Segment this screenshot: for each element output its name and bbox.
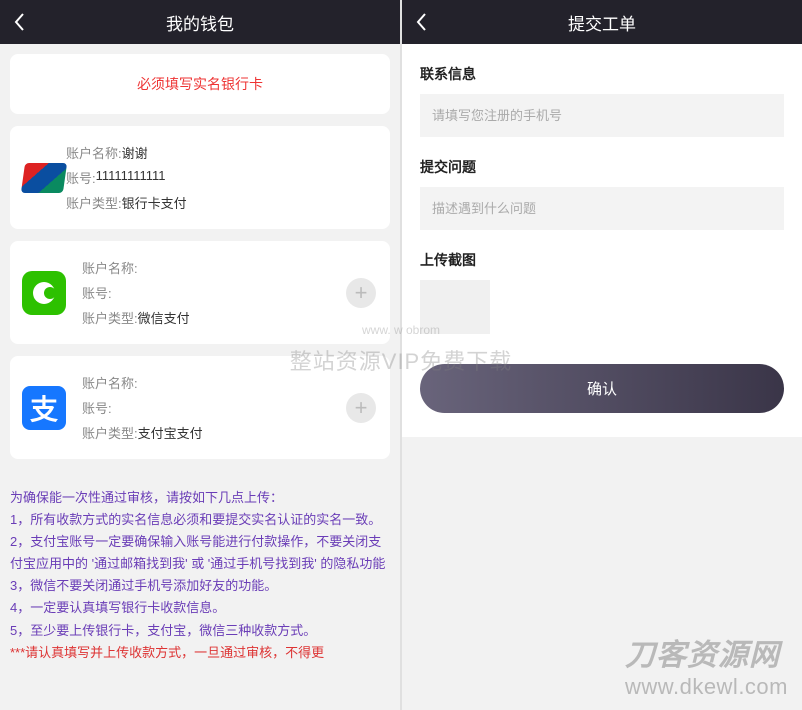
alipay-icon: 支 bbox=[22, 386, 66, 430]
chevron-left-icon bbox=[12, 12, 26, 32]
upload-box[interactable] bbox=[420, 280, 490, 334]
ticket-form: 联系信息 提交问题 上传截图 确认 bbox=[402, 44, 802, 437]
wallet-header: 我的钱包 bbox=[0, 0, 400, 44]
instruction-line: 3，微信不要关闭通过手机号添加好友的功能。 bbox=[10, 575, 390, 597]
add-account-button[interactable]: + bbox=[346, 278, 376, 308]
account-type-value: 银行卡支付 bbox=[122, 193, 187, 212]
ticket-title: 提交工单 bbox=[568, 10, 636, 35]
account-name-value: 谢谢 bbox=[122, 143, 148, 162]
back-button[interactable] bbox=[414, 0, 428, 44]
wallet-panel: 我的钱包 必须填写实名银行卡 账户名称:谢谢账号:11111111111账户类型… bbox=[0, 0, 402, 710]
warning-box: 必须填写实名银行卡 bbox=[10, 54, 390, 114]
issue-input[interactable] bbox=[420, 187, 784, 230]
ticket-header: 提交工单 bbox=[402, 0, 802, 44]
instruction-line: 5，至少要上传银行卡，支付宝，微信三种收款方式。 bbox=[10, 620, 390, 642]
upload-label: 上传截图 bbox=[420, 250, 784, 270]
account-number-label: 账号: bbox=[82, 283, 112, 302]
instructions-warning: ***请认真填写并上传收款方式，一旦通过审核，不得更 bbox=[10, 642, 390, 664]
chevron-left-icon bbox=[414, 12, 428, 32]
account-type-label: 账户类型: bbox=[82, 308, 138, 327]
wallet-title: 我的钱包 bbox=[166, 10, 234, 35]
instruction-line: 2，支付宝账号一定要确保输入账号能进行付款操作，不要关闭支付宝应用中的 '通过邮… bbox=[10, 531, 390, 575]
wallet-content: 必须填写实名银行卡 账户名称:谢谢账号:11111111111账户类型:银行卡支… bbox=[0, 44, 400, 481]
account-type-value: 微信支付 bbox=[138, 308, 190, 327]
wechat-icon bbox=[22, 271, 66, 315]
add-account-button[interactable]: + bbox=[346, 393, 376, 423]
account-type-label: 账户类型: bbox=[66, 193, 122, 212]
unionpay-icon bbox=[22, 156, 66, 200]
account-number-value: 11111111111 bbox=[96, 168, 166, 187]
account-body: 账户名称: 账号: 账户类型:微信支付 bbox=[82, 255, 378, 330]
account-name-label: 账户名称: bbox=[66, 143, 122, 162]
account-name-label: 账户名称: bbox=[82, 373, 138, 392]
account-body: 账户名称: 账号: 账户类型:支付宝支付 bbox=[82, 370, 378, 445]
contact-input[interactable] bbox=[420, 94, 784, 137]
account-body: 账户名称:谢谢账号:11111111111 账户类型:银行卡支付 bbox=[66, 140, 378, 215]
account-card[interactable]: 账户名称: 账号: 账户类型:微信支付 + bbox=[10, 241, 390, 344]
instructions-intro: 为确保能一次性通过审核，请按如下几点上传： bbox=[10, 487, 390, 509]
confirm-button[interactable]: 确认 bbox=[420, 364, 784, 413]
ticket-panel: 提交工单 联系信息 提交问题 上传截图 确认 bbox=[402, 0, 802, 710]
account-name-label: 账户名称: bbox=[82, 258, 138, 277]
account-card[interactable]: 支账户名称: 账号: 账户类型:支付宝支付 + bbox=[10, 356, 390, 459]
back-button[interactable] bbox=[12, 0, 26, 44]
warning-text: 必须填写实名银行卡 bbox=[137, 76, 263, 92]
account-type-label: 账户类型: bbox=[82, 423, 138, 442]
account-type-value: 支付宝支付 bbox=[138, 423, 203, 442]
account-number-label: 账号: bbox=[66, 168, 96, 187]
issue-label: 提交问题 bbox=[420, 157, 784, 177]
account-number-label: 账号: bbox=[82, 398, 112, 417]
instructions: 为确保能一次性通过审核，请按如下几点上传： 1，所有收款方式的实名信息必须和要提… bbox=[0, 481, 400, 674]
instruction-line: 1，所有收款方式的实名信息必须和要提交实名认证的实名一致。 bbox=[10, 509, 390, 531]
contact-label: 联系信息 bbox=[420, 64, 784, 84]
account-card[interactable]: 账户名称:谢谢账号:11111111111 账户类型:银行卡支付 bbox=[10, 126, 390, 229]
instruction-line: 4，一定要认真填写银行卡收款信息。 bbox=[10, 597, 390, 619]
